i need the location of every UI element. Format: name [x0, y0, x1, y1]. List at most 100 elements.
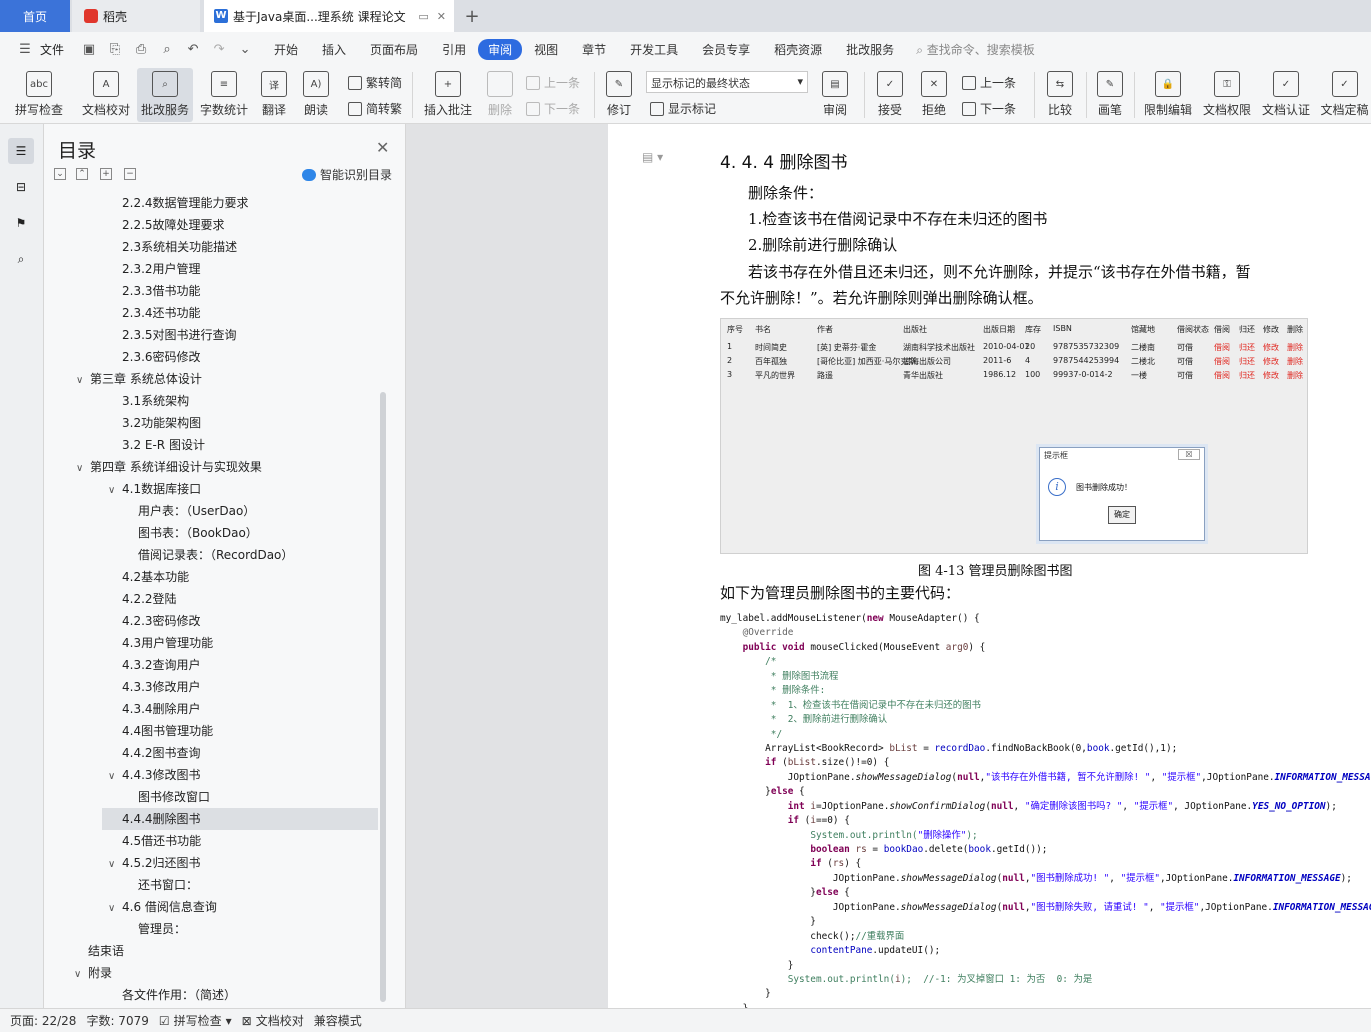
insert-comment-button[interactable]: + 插入批注 — [420, 68, 476, 122]
restrict-edit-button[interactable]: 🔒 限制编辑 — [1140, 68, 1196, 122]
trad-to-simp-button[interactable]: 繁转简 — [348, 74, 402, 91]
toc-item[interactable]: 4.3.3修改用户 — [122, 676, 201, 698]
print-preview-icon[interactable]: ⌕ — [156, 42, 178, 57]
save-icon[interactable]: ▣ — [78, 42, 100, 57]
menu-review[interactable]: 审阅 — [478, 38, 523, 60]
tab-home[interactable]: 首页 — [0, 0, 70, 32]
delete-comment-button[interactable]: 删除 — [480, 68, 520, 122]
toc-item[interactable]: 2.3.4还书功能 — [122, 302, 201, 324]
spellcheck-status[interactable]: ☑ 拼写检查 ▾ — [159, 1012, 232, 1029]
menu-layout[interactable]: 页面布局 — [358, 41, 430, 58]
toc-item[interactable]: ∨ 附录 — [74, 962, 112, 984]
toc-item[interactable]: ∨ 4.5.2归还图书 — [108, 852, 201, 874]
toc-icon[interactable]: ☰ — [8, 138, 34, 164]
redo-icon[interactable]: ↷ — [208, 42, 230, 57]
hamburger-menu-icon[interactable]: ☰ — [14, 42, 36, 57]
chevron-down-icon[interactable]: ∨ — [76, 370, 90, 392]
toc-item[interactable]: 4.3.4删除用户 — [122, 698, 201, 720]
prev-change-button[interactable]: 上一条 — [962, 74, 1016, 91]
close-icon[interactable]: ✕ — [376, 138, 389, 157]
menu-insert[interactable]: 插入 — [310, 41, 358, 58]
toc-item[interactable]: 4.4.4删除图书 — [102, 808, 378, 830]
toc-scrollbar[interactable] — [380, 392, 386, 1002]
export-icon[interactable]: ⎘ — [104, 42, 126, 57]
toc-item[interactable]: ∨ 4.1数据库接口 — [108, 478, 201, 500]
file-menu[interactable]: 文件 — [40, 41, 64, 58]
search-icon[interactable]: ⌕ — [10, 248, 32, 270]
simp-to-trad-button[interactable]: 简转繁 — [348, 100, 402, 117]
pen-button[interactable]: ✎ 画笔 — [1092, 68, 1128, 122]
add-heading-icon[interactable]: + — [100, 168, 112, 180]
more-quick-access-icon[interactable]: ⌄ — [234, 42, 256, 57]
document-canvas[interactable]: ▤ ▾ 4. 4. 4 删除图书 删除条件： 1.检查该书在借阅记录中不存在未归… — [406, 124, 1371, 1008]
toc-item[interactable]: 3.2 E-R 图设计 — [122, 434, 205, 456]
toc-item[interactable]: 4.5借还书功能 — [122, 830, 201, 852]
new-tab-button[interactable]: + — [462, 0, 482, 32]
toc-item[interactable]: 3.2功能架构图 — [122, 412, 201, 434]
doc-proof-status[interactable]: ⊠ 文档校对 — [242, 1012, 304, 1029]
menu-devtools[interactable]: 开发工具 — [618, 41, 690, 58]
menu-docer-resources[interactable]: 稻壳资源 — [762, 41, 834, 58]
track-changes-button[interactable]: ✎ 修订 — [600, 68, 638, 122]
paragraph-menu-icon[interactable]: ▤ ▾ — [642, 150, 663, 164]
expand-all-icon[interactable]: ⌃ — [76, 168, 88, 180]
toc-item[interactable]: 4.2.2登陆 — [122, 588, 177, 610]
tab-docer[interactable]: 稻壳 — [72, 0, 200, 32]
toc-item[interactable]: 4.3用户管理功能 — [122, 632, 213, 654]
toc-item[interactable]: 4.4图书管理功能 — [122, 720, 213, 742]
menu-chapter[interactable]: 章节 — [570, 41, 618, 58]
reject-button[interactable]: ✕ 拒绝 — [914, 68, 954, 122]
compare-button[interactable]: ⇆ 比较 — [1040, 68, 1080, 122]
smart-toc-button[interactable]: 智能识别目录 — [302, 166, 392, 183]
toc-item[interactable]: ∨ 第四章 系统详细设计与实现效果 — [76, 456, 262, 478]
document-page[interactable]: ▤ ▾ 4. 4. 4 删除图书 删除条件： 1.检查该书在借阅记录中不存在未归… — [608, 124, 1371, 1008]
doc-certify-button[interactable]: ✓ 文档认证 — [1258, 68, 1314, 122]
next-change-button[interactable]: 下一条 — [962, 100, 1016, 117]
close-tab-icon[interactable]: ✕ — [437, 10, 446, 23]
remove-heading-icon[interactable]: − — [124, 168, 136, 180]
menu-reference[interactable]: 引用 — [430, 41, 478, 58]
spellcheck-button[interactable]: abc 拼写检查 — [8, 68, 70, 122]
read-aloud-button[interactable]: A) 朗读 — [298, 68, 334, 122]
tab-document[interactable]: W 基于Java桌面...理系统 课程论文 ▭ ✕ — [204, 0, 454, 32]
collapse-all-icon[interactable]: ⌄ — [54, 168, 66, 180]
chevron-down-icon[interactable]: ∨ — [74, 964, 88, 986]
toc-item[interactable]: 用户表：（UserDao） — [138, 500, 255, 522]
bookmark-icon[interactable]: ⚑ — [10, 212, 32, 234]
toc-item[interactable]: 2.2.5故障处理要求 — [122, 214, 225, 236]
undo-icon[interactable]: ↶ — [182, 42, 204, 57]
window-icon[interactable]: ▭ — [418, 10, 428, 23]
toc-item[interactable]: 借阅记录表：（RecordDao） — [138, 544, 293, 566]
doc-proof-button[interactable]: A 文档校对 — [76, 68, 136, 122]
command-search[interactable]: ⌕ 查找命令、搜索模板 — [916, 41, 1035, 58]
doc-permission-button[interactable]: ⚿ 文档权限 — [1199, 68, 1255, 122]
toc-item[interactable]: 4.3.2查询用户 — [122, 654, 201, 676]
toc-item[interactable]: 还书窗口： — [138, 874, 198, 896]
menu-view[interactable]: 视图 — [522, 41, 570, 58]
chevron-down-icon[interactable]: ∨ — [108, 480, 122, 502]
toc-item[interactable]: 4.2基本功能 — [122, 566, 189, 588]
toc-item[interactable]: 4.2.3密码修改 — [122, 610, 201, 632]
chapter-nav-icon[interactable]: ⊟ — [10, 176, 32, 198]
accept-button[interactable]: ✓ 接受 — [870, 68, 910, 122]
toc-item[interactable]: 2.2.4数据管理能力要求 — [122, 192, 249, 214]
toc-item[interactable]: ∨ 第三章 系统总体设计 — [76, 368, 202, 390]
chevron-down-icon[interactable]: ∨ — [108, 766, 122, 788]
chevron-down-icon[interactable]: ∨ — [108, 854, 122, 876]
toc-item[interactable]: 图书修改窗口 — [138, 786, 210, 808]
doc-finalize-button[interactable]: ✓ 文档定稿 — [1318, 68, 1371, 122]
next-comment-button[interactable]: 下一条 — [526, 100, 580, 117]
toc-item[interactable]: ∨ 4.6 借阅信息查询 — [108, 896, 217, 918]
toc-item[interactable]: ∨ 4.4.3修改图书 — [108, 764, 201, 786]
show-markup-button[interactable]: 显示标记 — [650, 100, 716, 117]
chevron-down-icon[interactable]: ∨ — [108, 898, 122, 920]
menu-start[interactable]: 开始 — [262, 41, 310, 58]
prev-comment-button[interactable]: 上一条 — [526, 74, 580, 91]
menu-correction[interactable]: 批改服务 — [834, 41, 906, 58]
toc-item[interactable]: 2.3系统相关功能描述 — [122, 236, 237, 258]
toc-item[interactable]: 2.3.3借书功能 — [122, 280, 201, 302]
toc-item[interactable]: 4.4.2图书查询 — [122, 742, 201, 764]
toc-item[interactable]: 3.1系统架构 — [122, 390, 189, 412]
menu-member[interactable]: 会员专享 — [690, 41, 762, 58]
toc-item[interactable]: 2.3.6密码修改 — [122, 346, 201, 368]
